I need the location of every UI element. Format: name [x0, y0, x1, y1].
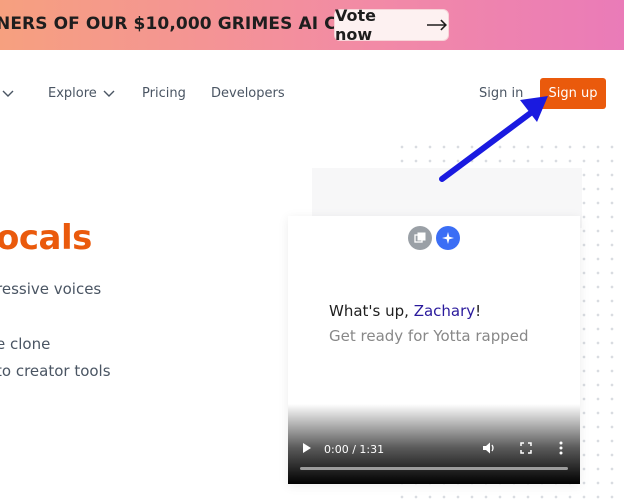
greeting-suffix: ! [475, 302, 482, 320]
video-controls: 0:00 / 1:31 [288, 404, 580, 484]
chevron-down-icon [103, 90, 115, 97]
video-subtext: Get ready for Yotta rapped [329, 327, 529, 345]
hero-line-1: ressive voices [0, 280, 102, 298]
video-progress-bar[interactable] [300, 467, 568, 470]
fullscreen-icon[interactable] [520, 442, 532, 454]
chevron-down-icon[interactable] [2, 90, 14, 98]
arrow-right-icon [427, 19, 448, 31]
sign-in-label: Sign in [479, 86, 524, 101]
play-icon[interactable] [302, 442, 312, 454]
video-time: 0:00 / 1:31 [324, 443, 385, 456]
nav-explore[interactable]: Explore [48, 86, 115, 101]
vote-now-label: Vote now [335, 6, 376, 44]
sign-up-label: Sign up [548, 86, 598, 101]
hero-line-3: to creator tools [0, 362, 111, 380]
nav-pricing[interactable]: Pricing [142, 86, 186, 101]
hero-line-2: e clone [0, 335, 51, 353]
sign-in-link[interactable]: Sign in [479, 86, 523, 101]
hero-title: ocals [0, 218, 92, 258]
top-navigation: Explore Pricing Developers Sign in [0, 80, 624, 110]
greeting-name: Zachary [413, 302, 476, 320]
volume-icon[interactable] [482, 441, 496, 455]
nav-developers[interactable]: Developers [211, 86, 285, 101]
promo-banner: NERS OF OUR $10,000 GRIMES AI CHALLENGE … [0, 0, 624, 50]
nav-pricing-label: Pricing [142, 86, 186, 101]
video-player[interactable]: What's up, Zachary! Get ready for Yotta … [288, 216, 580, 484]
copy-icon[interactable] [408, 226, 432, 250]
more-vertical-icon[interactable] [559, 441, 563, 455]
vote-now-button[interactable]: Vote now [334, 6, 449, 44]
nav-explore-label: Explore [48, 86, 97, 101]
sign-up-button[interactable]: Sign up [540, 78, 606, 109]
sparkle-icon[interactable] [436, 226, 460, 250]
video-greeting: What's up, Zachary! [329, 302, 481, 320]
card-icon-group [408, 226, 460, 250]
greeting-prefix: What's up, [329, 302, 414, 320]
nav-developers-label: Developers [211, 86, 285, 101]
